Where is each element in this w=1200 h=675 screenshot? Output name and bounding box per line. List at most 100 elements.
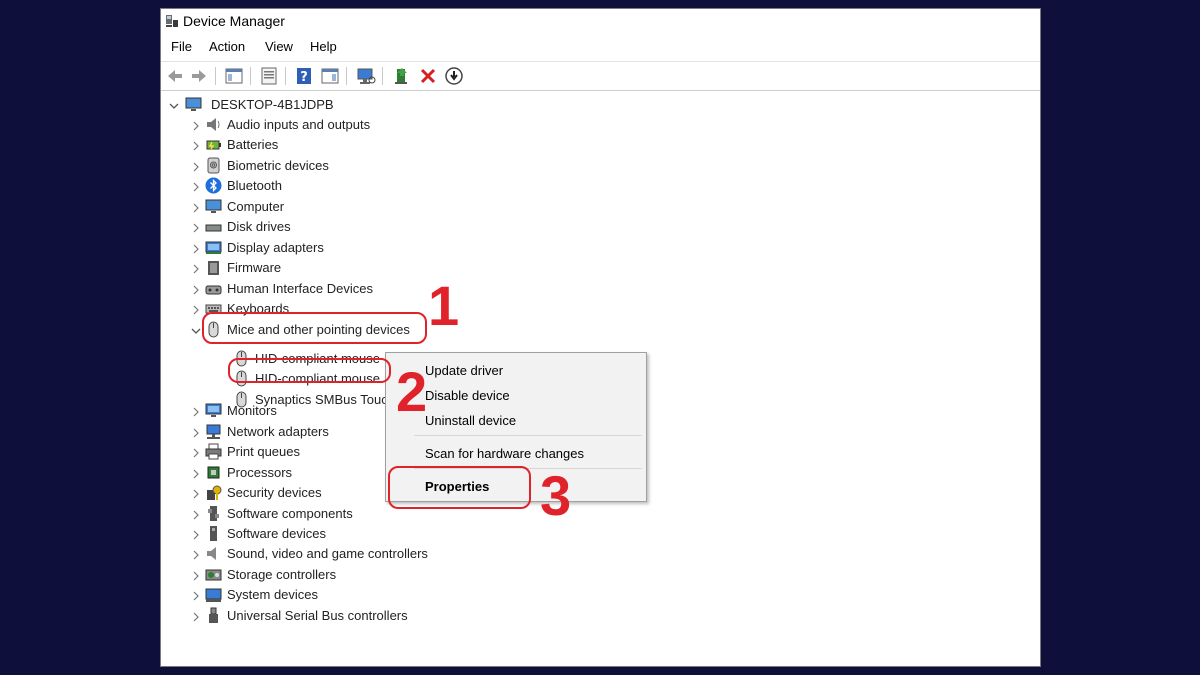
chevron-right-icon[interactable] (191, 589, 201, 601)
menu-file[interactable]: File (171, 39, 192, 54)
svg-text:?: ? (300, 70, 308, 85)
chevron-right-icon[interactable] (191, 201, 201, 213)
toolbar-separator (382, 67, 383, 85)
help-icon[interactable]: ? (294, 66, 314, 86)
tree-item-label: Software components (227, 505, 353, 521)
monitor-icon (205, 402, 222, 419)
usb-icon (205, 607, 222, 624)
firmware-icon (205, 259, 222, 276)
menu-view[interactable]: View (265, 39, 293, 54)
tree-item-label: Computer (227, 198, 285, 214)
tree-item-label: Universal Serial Bus controllers (227, 607, 408, 623)
storage-icon (205, 566, 222, 583)
disk-icon (205, 218, 222, 235)
computer-icon (185, 96, 202, 113)
title-bar: Device Manager (161, 9, 1040, 35)
computer-icon (205, 198, 222, 215)
chevron-right-icon[interactable] (191, 262, 201, 274)
sound-icon (205, 545, 222, 562)
scan-hardware-icon[interactable] (356, 66, 376, 86)
display-adapter-icon (205, 239, 222, 256)
chevron-right-icon[interactable] (191, 303, 201, 315)
chevron-right-icon[interactable] (191, 180, 201, 192)
tree-item-label: Display adapters (227, 239, 324, 255)
network-icon (205, 423, 222, 440)
chevron-right-icon[interactable] (191, 221, 201, 233)
fingerprint-icon (205, 157, 222, 174)
highlight-box-hid-mouse (228, 358, 391, 383)
toolbar-separator (250, 67, 251, 85)
tree-item-label: System devices (227, 587, 319, 603)
chevron-right-icon[interactable] (191, 160, 201, 172)
action-pane-icon[interactable] (320, 66, 340, 86)
hid-icon (205, 280, 222, 297)
chevron-right-icon[interactable] (191, 508, 201, 519)
back-icon[interactable] (165, 66, 185, 86)
tree-item-label: Storage controllers (227, 566, 337, 582)
chevron-right-icon[interactable] (191, 405, 201, 417)
chevron-right-icon[interactable] (191, 242, 201, 254)
chevron-right-icon[interactable] (191, 467, 201, 479)
system-icon (205, 586, 222, 603)
battery-icon (205, 136, 222, 153)
tree-item-label: Firmware (227, 260, 282, 276)
chevron-down-icon[interactable] (191, 324, 201, 334)
annotation-number-3: 3 (540, 464, 572, 527)
speaker-icon (205, 116, 222, 133)
chevron-right-icon[interactable] (191, 426, 201, 438)
chevron-right-icon[interactable] (191, 569, 201, 581)
menu-action[interactable]: Action (209, 39, 245, 54)
forward-icon[interactable] (189, 66, 209, 86)
toolbar-separator (215, 67, 216, 85)
computer-name: DESKTOP-4B1JDPB (211, 97, 334, 112)
bluetooth-icon (205, 177, 222, 194)
menu-item-disable-device[interactable]: Disable device (425, 388, 510, 403)
tree-child-label: Synaptics SMBus Touc (255, 392, 388, 407)
chevron-down-icon[interactable] (169, 99, 179, 109)
tree-item-label: Sound, video and game controllers (227, 546, 428, 562)
highlight-box-mice (202, 312, 427, 344)
menu-item-update-driver[interactable]: Update driver (425, 363, 503, 378)
tree-item-label: Disk drives (227, 219, 291, 235)
printer-icon (205, 443, 222, 460)
tree-item-label: Bluetooth (227, 178, 282, 194)
chevron-right-icon[interactable] (191, 119, 201, 131)
disable-device-icon[interactable] (444, 66, 464, 86)
cpu-icon (205, 464, 222, 481)
device-manager-icon (165, 14, 179, 28)
software-component-icon (205, 505, 222, 522)
chevron-right-icon[interactable] (191, 139, 201, 151)
tree-item-label: Network adapters (227, 423, 329, 439)
uninstall-icon[interactable] (418, 66, 438, 86)
tree-item-label: Human Interface Devices (227, 280, 373, 296)
security-icon (205, 484, 222, 501)
update-driver-icon[interactable] (392, 66, 412, 86)
window-title: Device Manager (183, 13, 285, 29)
annotation-number-1: 1 (428, 274, 460, 337)
show-hide-tree-icon[interactable] (224, 66, 244, 86)
chevron-right-icon[interactable] (191, 446, 201, 458)
chevron-right-icon[interactable] (191, 528, 201, 540)
toolbar: ? (161, 61, 1040, 91)
toolbar-separator (346, 67, 347, 85)
properties-icon[interactable] (259, 66, 279, 86)
menu-separator (414, 435, 642, 436)
tree-item-label: Biometric devices (227, 157, 329, 173)
mouse-icon (233, 391, 250, 408)
menu-help[interactable]: Help (310, 39, 337, 54)
tree-item-label: Audio inputs and outputs (227, 117, 371, 132)
menu-bar: File Action View Help (161, 37, 1040, 59)
tree-item-label: Software devices (227, 526, 326, 541)
chevron-right-icon[interactable] (191, 487, 201, 499)
tree-item-label: Print queues (227, 444, 300, 460)
tree-item-label: Processors (227, 464, 293, 480)
software-device-icon (205, 525, 222, 542)
annotation-number-2: 2 (396, 360, 428, 423)
tree-item-label: Batteries (227, 137, 279, 153)
menu-item-uninstall-device[interactable]: Uninstall device (425, 413, 516, 428)
chevron-right-icon[interactable] (191, 610, 201, 622)
chevron-right-icon[interactable] (191, 548, 201, 560)
menu-item-scan-hardware[interactable]: Scan for hardware changes (425, 446, 584, 461)
highlight-box-properties (388, 466, 531, 509)
chevron-right-icon[interactable] (191, 283, 201, 295)
